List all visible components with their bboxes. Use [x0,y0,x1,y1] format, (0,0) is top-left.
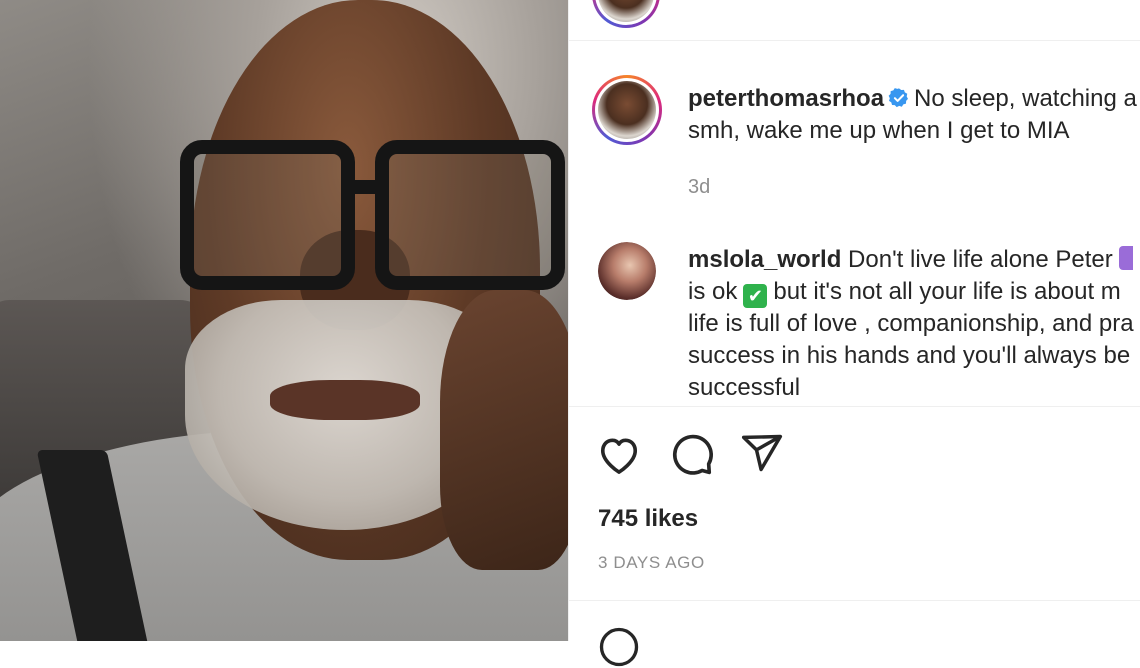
emoji-icon [1118,246,1133,270]
panel-divider [568,0,569,641]
comment-text-1: Don't live life alone Peter [848,246,1113,273]
emoji-picker-icon[interactable] [598,626,640,668]
glasses-right-lens [375,140,565,290]
caption-line-1: peterthomasrhoa No sleep, watching a [688,83,1137,115]
comment-line-5: successful [688,374,801,401]
verified-badge-icon [888,88,909,108]
caption-text: No sleep, watching a [914,85,1137,112]
commenter-avatar[interactable] [598,242,656,300]
share-icon[interactable] [740,432,784,474]
author-username[interactable]: peterthomasrhoa [688,85,884,112]
caption-timestamp[interactable]: 3d [688,171,710,203]
comment-icon[interactable] [669,431,715,477]
photo-mouth [270,380,420,420]
caption-line-2: smh, wake me up when I get to MIA [688,117,1070,144]
likes-count[interactable]: 745 likes [598,505,698,533]
glasses-left-lens [180,140,355,290]
comment-line-3: life is full of love , companionship, an… [688,310,1134,337]
comment-line-4: success in his hands and you'll always b… [688,342,1131,369]
post-photo[interactable] [0,0,568,641]
comment-box-divider [569,600,1140,601]
check-mark-icon: ✔ [743,284,768,308]
photo-glasses [180,140,565,290]
photo-hand [440,290,568,570]
comment-text-2b: but it's not all your life is about m [773,278,1121,305]
header-avatar[interactable] [592,0,660,28]
commenter-username[interactable]: mslola_world [688,246,841,273]
comment-line-1: mslola_world Don't live life alone Peter [688,244,1133,276]
comment-text-2a: is ok [688,278,738,305]
comment-line-2: is ok ✔ but it's not all your life is abou… [688,276,1121,308]
actions-divider [569,406,1140,407]
heart-icon[interactable] [596,433,642,475]
header-divider [569,40,1140,41]
post-date[interactable]: 3 DAYS AGO [598,553,705,573]
author-avatar[interactable] [592,75,662,145]
